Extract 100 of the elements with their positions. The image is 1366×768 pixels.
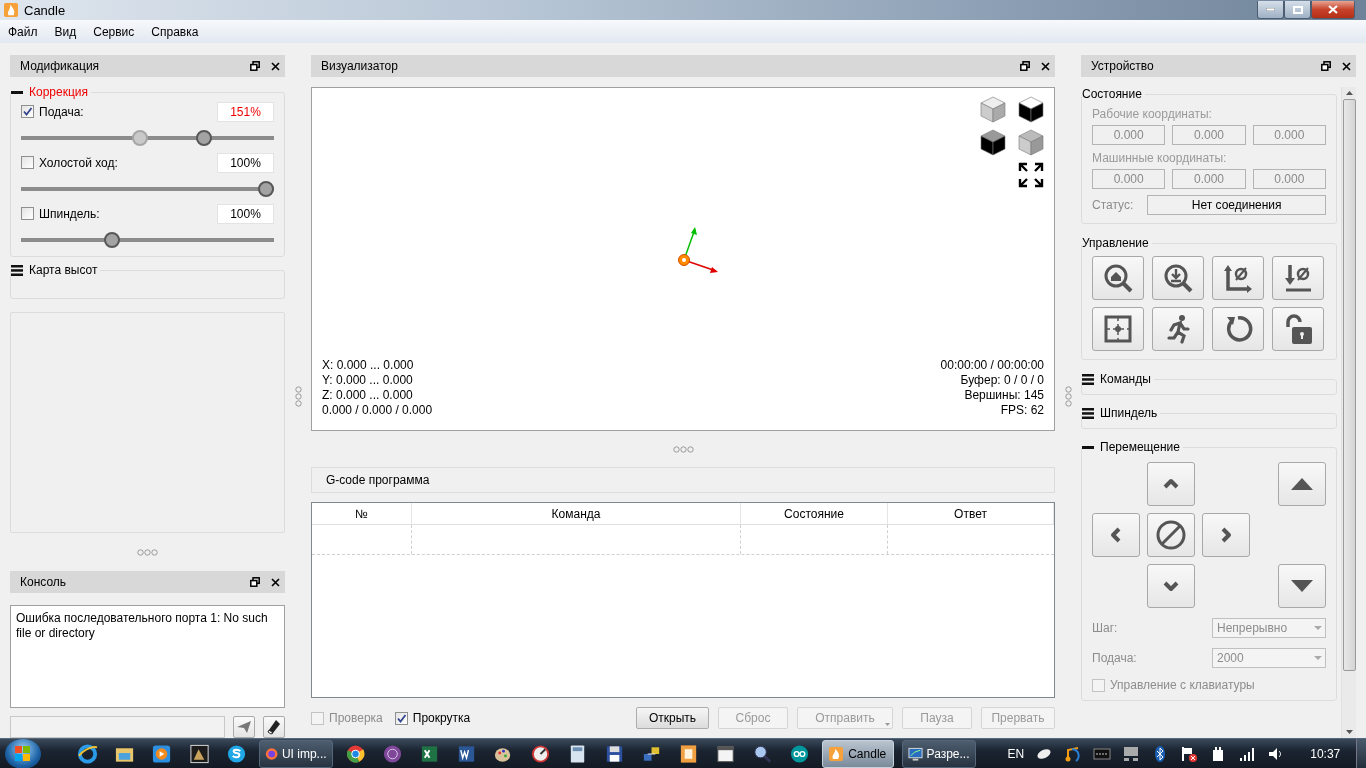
column-header[interactable]: № <box>312 503 412 524</box>
stat-readout: FPS: 62 <box>999 403 1044 418</box>
flag-icon[interactable] <box>1180 745 1199 762</box>
onion-icon[interactable] <box>381 742 403 765</box>
minimize-button[interactable] <box>1257 1 1284 19</box>
coordinate-readout: Y: 0.000 ... 0.000 <box>322 373 414 388</box>
tool-button[interactable] <box>1272 256 1324 300</box>
slider-thumb[interactable] <box>103 232 120 248</box>
expand-icon[interactable] <box>1082 373 1094 385</box>
expand-icon[interactable] <box>1082 407 1094 419</box>
tool-button[interactable] <box>1092 256 1144 300</box>
jog-button[interactable] <box>1147 462 1195 506</box>
chat-icon[interactable] <box>225 742 247 765</box>
column-header[interactable]: Состояние <box>741 503 888 524</box>
close-icon[interactable] <box>270 61 280 71</box>
tool-button[interactable] <box>1212 307 1264 351</box>
fit-view-icon[interactable] <box>1018 162 1044 188</box>
tool-button[interactable] <box>1212 256 1264 300</box>
close-button[interactable] <box>1311 1 1355 19</box>
tool-button[interactable] <box>1152 256 1204 300</box>
crosshair-square-icon <box>1103 314 1133 344</box>
collapse-icon[interactable] <box>11 90 23 94</box>
cube-icon[interactable] <box>1018 96 1044 123</box>
close-icon[interactable] <box>270 577 280 587</box>
checkbox-label: Шпиндель: <box>39 206 100 221</box>
jog-button[interactable] <box>1278 462 1326 506</box>
slider-thumb[interactable] <box>196 130 213 146</box>
jog-button[interactable] <box>1092 513 1140 557</box>
scrollbar[interactable] <box>1341 87 1356 738</box>
taskbar-window-button[interactable]: Candle <box>822 739 894 768</box>
command-input[interactable] <box>10 716 225 738</box>
globe-icon[interactable] <box>344 742 366 765</box>
checkbox[interactable] <box>21 105 34 118</box>
3d-viewport[interactable]: X: 0.000 ... 0.000 Y: 0.000 ... 0.000 Z: 0.000 ... 0.000 0.000 / 0.000 / 0.000 00:00:00 / 00:00:00 Буфер: 0 / 0 / 0 Вершины: 145 FPS: 62 <box>311 87 1055 431</box>
splitter-handle-icon[interactable] <box>672 445 694 453</box>
close-icon[interactable] <box>1040 61 1050 71</box>
axes-zero-icon <box>1223 263 1253 293</box>
start-button[interactable] <box>5 738 42 768</box>
globe-icon[interactable] <box>77 742 99 765</box>
restore-icon[interactable] <box>250 577 260 587</box>
checkbox[interactable] <box>394 711 408 725</box>
percent-field[interactable]: 100% <box>217 203 274 224</box>
scroll-down-icon[interactable] <box>1345 730 1353 734</box>
splitter-handle-icon[interactable] <box>1064 386 1072 407</box>
jog-button[interactable] <box>1278 564 1326 608</box>
coordinate-readout: X: 0.000 ... 0.000 <box>322 358 415 373</box>
taskbar-window-button[interactable]: UI imp... <box>258 739 333 768</box>
taskbar-window-button[interactable]: Разре... <box>901 739 976 768</box>
group-title: Состояние <box>1082 87 1142 101</box>
slider-thumb[interactable] <box>132 130 149 146</box>
splitter-handle-icon[interactable] <box>294 386 302 407</box>
language-indicator[interactable]: EN <box>1007 746 1025 761</box>
minimize-icon <box>1266 8 1275 11</box>
scroll-up-icon[interactable] <box>1345 91 1353 95</box>
tool-button[interactable] <box>1092 307 1144 351</box>
maximize-button[interactable] <box>1284 1 1311 19</box>
menu-item[interactable]: Справка <box>143 24 208 39</box>
restore-icon[interactable] <box>1321 61 1331 71</box>
checkbox[interactable] <box>21 156 34 169</box>
jog-button[interactable] <box>1147 564 1195 608</box>
paper-plane-icon <box>236 720 252 734</box>
music-note-icon[interactable] <box>1064 745 1083 762</box>
column-header[interactable]: Ответ <box>888 503 1054 524</box>
show-desktop-button[interactable] <box>1356 738 1366 768</box>
signal-bars-icon[interactable] <box>1238 745 1257 762</box>
percent-field[interactable]: 100% <box>217 152 274 173</box>
checkbox-label: Управление с клавиатуры <box>1110 678 1255 692</box>
tool-button[interactable] <box>1152 307 1204 351</box>
expand-icon[interactable] <box>11 264 23 276</box>
monitor-icon[interactable] <box>1122 745 1141 762</box>
picture-icon[interactable] <box>188 742 210 765</box>
gauge-icon[interactable] <box>529 742 551 765</box>
play-icon[interactable] <box>151 742 173 765</box>
column-header[interactable]: Команда <box>412 503 741 524</box>
jog-button[interactable] <box>1202 513 1250 557</box>
stat-readout: Буфер: 0 / 0 / 0 <box>959 373 1044 388</box>
clock[interactable]: 10:37 <box>1310 746 1341 761</box>
menu-item[interactable]: Сервис <box>85 24 144 39</box>
restore-icon[interactable] <box>250 61 260 71</box>
menu-item[interactable]: Вид <box>46 24 86 39</box>
infinity-icon[interactable] <box>789 742 811 765</box>
percent-field[interactable]: 151% <box>217 101 274 122</box>
splitter-handle-icon[interactable] <box>137 548 158 556</box>
stat-readout: Вершины: 145 <box>963 388 1044 403</box>
tool-button[interactable] <box>1272 307 1324 351</box>
stop-button[interactable] <box>1147 513 1195 557</box>
checkbox[interactable] <box>21 207 34 220</box>
restore-icon[interactable] <box>1020 61 1030 71</box>
menu-item[interactable]: Файл <box>0 24 47 39</box>
cube-icon[interactable] <box>980 129 1006 156</box>
group-title: Коррекция <box>29 85 88 99</box>
field-label: Шаг: <box>1092 621 1118 635</box>
drive-icon[interactable] <box>1093 745 1112 762</box>
close-icon[interactable] <box>1341 61 1351 71</box>
checkbox-label: Подача: <box>39 104 84 119</box>
clear-button[interactable] <box>263 716 285 738</box>
toolbar-button[interactable]: Открыть <box>636 707 709 729</box>
slider-thumb[interactable] <box>258 181 274 197</box>
group-title: Шпиндель <box>1100 406 1158 420</box>
send-button[interactable] <box>233 716 255 738</box>
